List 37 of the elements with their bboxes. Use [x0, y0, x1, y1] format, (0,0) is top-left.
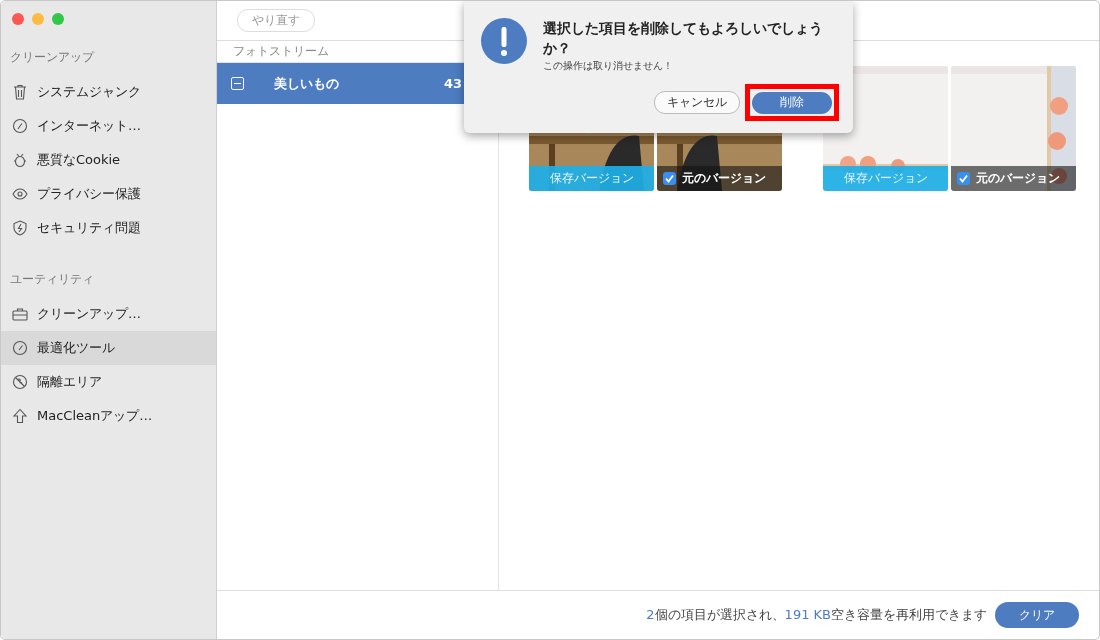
checkbox[interactable]	[957, 172, 970, 185]
sidebar-item[interactable]: インターネット…	[1, 109, 216, 143]
quarantine-icon	[12, 374, 28, 390]
sidebar-item[interactable]: 最適化ツール	[1, 331, 216, 365]
delete-button[interactable]: 削除	[752, 91, 832, 114]
status-text: 2個の項目が選択され、191 KB空き容量を再利用できます	[646, 606, 987, 624]
alert-icon	[481, 18, 527, 64]
dialog-message: この操作は取り消せません！	[543, 59, 674, 73]
close-button[interactable]	[12, 13, 24, 25]
trash-icon	[12, 84, 28, 100]
sidebar-item[interactable]: 悪質なCookie	[1, 143, 216, 177]
sidebar-item[interactable]: 隔離エリア	[1, 365, 216, 399]
album-name: 美しいもの	[274, 74, 340, 93]
cancel-button[interactable]: キャンセル	[654, 90, 740, 114]
sidebar-item[interactable]: クリーンアップ…	[1, 297, 216, 331]
gauge-icon	[12, 340, 28, 356]
album-count: 43	[443, 76, 462, 91]
eye-icon	[12, 186, 28, 202]
upload-icon	[12, 408, 28, 424]
dialog-title: 選択した項目を削除してもよろしいでしょうか？	[543, 19, 824, 58]
section-heading: ユーティリティ	[9, 271, 95, 288]
caption-text: 元のバージョン	[682, 170, 766, 187]
shield-icon	[12, 220, 28, 236]
sidebar-item[interactable]: プライバシー保護	[1, 177, 216, 211]
caption-text: 元のバージョン	[976, 170, 1060, 187]
checkbox[interactable]	[663, 172, 676, 185]
checkbox[interactable]	[231, 77, 244, 90]
bug-icon	[12, 152, 28, 168]
compass-icon	[12, 118, 28, 134]
caption-text: 保存バージョン	[549, 170, 634, 187]
clear-button[interactable]: クリア	[995, 602, 1079, 628]
sidebar-item[interactable]: MacCleanアップ…	[1, 399, 216, 433]
section-heading: クリーンアップ	[9, 49, 96, 66]
sidebar-item[interactable]: セキュリティ問題	[1, 211, 216, 245]
briefcase-icon	[12, 306, 28, 322]
sidebar-item[interactable]: システムジャンク	[1, 75, 216, 109]
caption-text: 保存バージョン	[843, 170, 928, 187]
